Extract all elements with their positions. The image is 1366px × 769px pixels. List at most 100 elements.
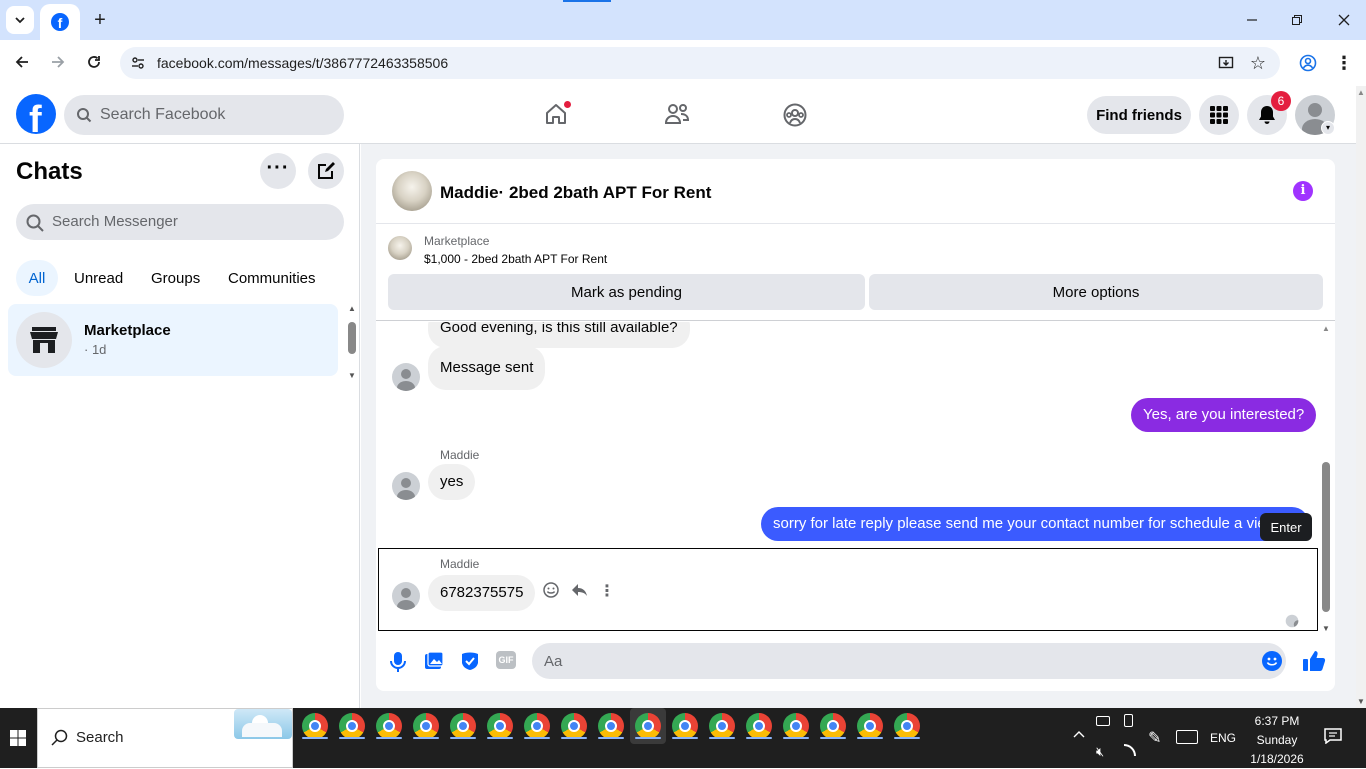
listing-thumbnail[interactable] <box>388 236 412 260</box>
filter-unread[interactable]: Unread <box>66 260 131 296</box>
chrome-taskbar-icon[interactable] <box>746 713 772 739</box>
chrome-taskbar-icon[interactable] <box>635 713 661 739</box>
chat-list-scroll-thumb[interactable] <box>348 322 356 354</box>
info-button[interactable]: i <box>1293 181 1313 201</box>
nav-home[interactable] <box>536 98 576 132</box>
scroll-down-arrow-icon[interactable]: ▼ <box>1322 624 1330 633</box>
new-tab-button[interactable]: + <box>88 8 112 32</box>
taskbar-search[interactable]: Search <box>37 708 293 768</box>
close-window-button[interactable] <box>1330 6 1358 34</box>
chrome-taskbar-icon[interactable] <box>524 713 550 739</box>
chrome-taskbar-icon[interactable] <box>450 713 476 739</box>
filter-all[interactable]: All <box>16 260 58 296</box>
chrome-taskbar-icon[interactable] <box>487 713 513 739</box>
gif-button[interactable]: GIF <box>496 651 518 673</box>
filter-communities[interactable]: Communities <box>220 260 324 296</box>
message-bubble-outgoing[interactable]: Yes, are you interested? <box>1131 398 1317 432</box>
chrome-taskbar-icon[interactable] <box>857 713 883 739</box>
scroll-up-arrow-icon[interactable]: ▲ <box>1357 88 1365 97</box>
message-bubble-incoming[interactable]: Good evening, is this still available? <box>428 322 690 348</box>
chrome-taskbar-icon[interactable] <box>709 713 735 739</box>
filter-groups[interactable]: Groups <box>143 260 208 296</box>
facebook-logo-icon[interactable]: f <box>16 94 56 134</box>
chrome-taskbar-icon[interactable] <box>561 713 587 739</box>
react-button[interactable] <box>542 581 562 601</box>
scroll-up-arrow-icon[interactable]: ▲ <box>348 304 356 313</box>
attach-photo-button[interactable] <box>424 651 444 673</box>
back-button[interactable] <box>8 48 36 76</box>
sender-avatar[interactable] <box>392 472 420 500</box>
new-message-button[interactable] <box>308 153 344 189</box>
find-friends-button[interactable]: Find friends <box>1087 96 1191 134</box>
chats-options-button[interactable]: ··· <box>260 153 296 189</box>
language-indicator[interactable]: ENG <box>1210 731 1236 745</box>
tab-facebook[interactable]: f <box>40 4 80 40</box>
chrome-taskbar-icon[interactable] <box>302 713 328 739</box>
scroll-down-arrow-icon[interactable]: ▼ <box>1357 697 1365 706</box>
message-more-button[interactable]: ⋮ <box>599 581 615 601</box>
chrome-taskbar-icon[interactable] <box>598 713 624 739</box>
site-info-icon[interactable] <box>126 51 150 75</box>
thread-scrollbar[interactable]: ▲ ▼ <box>1319 322 1333 633</box>
nav-groups[interactable] <box>776 98 816 132</box>
tab-search-button[interactable] <box>6 6 34 34</box>
chrome-taskbar-icon[interactable] <box>672 713 698 739</box>
message-input[interactable]: Aa <box>532 643 1286 679</box>
touch-keyboard-icon[interactable] <box>1176 730 1198 744</box>
chrome-taskbar-icon[interactable] <box>376 713 402 739</box>
install-app-icon[interactable] <box>1214 51 1238 75</box>
sticker-button[interactable] <box>460 651 480 673</box>
account-chevron-icon[interactable]: ▾ <box>1321 121 1335 135</box>
more-options-button[interactable]: More options <box>869 274 1323 310</box>
chat-list-scrollbar[interactable]: ▲ ▼ <box>344 304 360 380</box>
device-icon[interactable] <box>1124 714 1133 727</box>
message-bubble-incoming[interactable]: 6782375575 <box>428 575 536 611</box>
voice-clip-button[interactable] <box>388 651 408 673</box>
chat-list-item-marketplace[interactable]: Marketplace · 1d <box>8 304 338 376</box>
conversation-title[interactable]: Maddie· 2bed 2bath APT For Rent <box>440 183 711 203</box>
message-bubble-outgoing[interactable]: sorry for late reply please send me your… <box>761 507 1309 541</box>
sender-avatar[interactable] <box>392 363 420 391</box>
show-hidden-icons-button[interactable] <box>1072 728 1088 744</box>
reload-button[interactable] <box>80 48 108 76</box>
listing-title[interactable]: $1,000 - 2bed 2bath APT For Rent <box>424 252 607 266</box>
menu-button[interactable] <box>1199 95 1239 135</box>
like-send-button[interactable] <box>1302 649 1326 673</box>
scroll-up-arrow-icon[interactable]: ▲ <box>1322 324 1330 333</box>
chrome-taskbar-icon[interactable] <box>820 713 846 739</box>
scroll-down-arrow-icon[interactable]: ▼ <box>348 371 356 380</box>
search-messenger-box[interactable]: Search Messenger <box>16 204 344 240</box>
url-text[interactable]: facebook.com/messages/t/3867772463358506 <box>157 55 448 71</box>
browser-menu-icon[interactable]: ⋮ <box>1330 49 1358 77</box>
search-facebook-box[interactable]: Search Facebook <box>64 95 344 135</box>
clock[interactable]: 6:37 PM Sunday 1/18/2026 <box>1246 712 1308 766</box>
listing-photo-avatar[interactable] <box>392 171 432 211</box>
address-bar[interactable]: facebook.com/messages/t/3867772463358506… <box>120 47 1280 79</box>
message-bubble-incoming[interactable]: yes <box>428 464 476 500</box>
pen-icon[interactable]: ✎ <box>1148 728 1161 748</box>
nav-friends[interactable] <box>656 98 696 132</box>
volume-muted-icon[interactable]: 🔇︎ <box>1096 744 1104 760</box>
reply-button[interactable] <box>570 581 590 601</box>
message-bubble-incoming[interactable]: Message sent <box>428 346 546 390</box>
profile-icon[interactable] <box>1294 49 1322 77</box>
chrome-taskbar-icon[interactable] <box>783 713 809 739</box>
battery-icon[interactable] <box>1096 716 1110 726</box>
chrome-taskbar-icon[interactable] <box>339 713 365 739</box>
emoji-button[interactable] <box>1262 651 1282 671</box>
minimize-button[interactable] <box>1238 6 1266 34</box>
chrome-taskbar-icon[interactable] <box>413 713 439 739</box>
sender-avatar[interactable] <box>392 582 420 610</box>
start-button[interactable] <box>0 708 36 768</box>
focused-message-row[interactable]: Maddie 6782375575 ⋮ <box>378 548 1318 631</box>
bookmark-star-icon[interactable]: ☆ <box>1246 51 1270 75</box>
thread-scroll-thumb[interactable] <box>1322 462 1330 612</box>
chrome-taskbar-icon[interactable] <box>894 713 920 739</box>
restore-button[interactable] <box>1283 6 1311 34</box>
page-scrollbar[interactable]: ▲ ▼ <box>1356 86 1366 708</box>
taskbar-app-indicator <box>783 737 809 739</box>
notifications-button[interactable]: 6 <box>1247 91 1291 135</box>
mark-pending-button[interactable]: Mark as pending <box>388 274 865 310</box>
forward-button[interactable] <box>44 48 72 76</box>
notification-center-button[interactable] <box>1324 728 1342 745</box>
